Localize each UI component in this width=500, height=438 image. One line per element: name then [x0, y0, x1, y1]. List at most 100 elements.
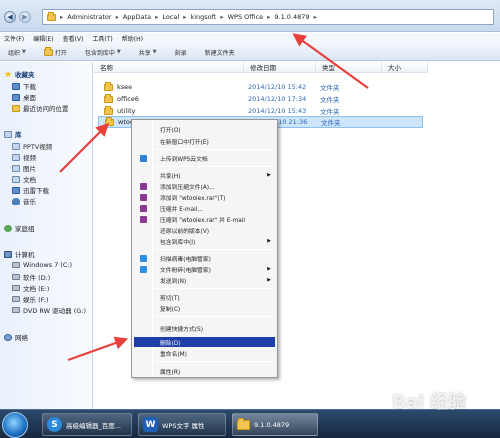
- share-label: 共享: [138, 49, 151, 57]
- menu-item-compress-email[interactable]: 压缩并 E-mail...: [134, 203, 275, 213]
- back-button[interactable]: ◀: [4, 11, 16, 23]
- menu-item-add-rar[interactable]: 添加到 "wtoolex.rar"(T): [134, 192, 275, 202]
- nav-drive-g[interactable]: DVD RW 驱动器 (G:): [12, 305, 86, 315]
- breadcrumb-version[interactable]: 9.1.0.4879: [274, 13, 309, 21]
- address-bar[interactable]: ▸ Administrator ▸ AppData ▸ Local ▸ king…: [42, 9, 494, 25]
- menu-help[interactable]: 帮助(H): [122, 34, 143, 43]
- new-folder-button[interactable]: 新建文件夹: [205, 48, 235, 57]
- taskbar-item-wps[interactable]: W WPS文字 属性: [138, 413, 226, 436]
- video-library-icon: [12, 142, 20, 150]
- nav-item-pptv[interactable]: PPTV视频: [12, 141, 52, 151]
- browser-icon: S: [47, 417, 62, 432]
- nav-item-label: 音乐: [23, 198, 36, 206]
- breadcrumb-kingsoft[interactable]: kingsoft: [190, 13, 216, 21]
- open-button[interactable]: 打开: [43, 46, 67, 57]
- menu-item-restore-previous[interactable]: 还原以前的版本(V): [134, 225, 275, 235]
- menu-file[interactable]: 文件(F): [4, 34, 24, 43]
- recent-places-icon: [12, 104, 20, 112]
- breadcrumb-separator: ▸: [115, 13, 119, 21]
- menu-item-label: 添加到 "wtoolex.rar"(T): [160, 195, 226, 202]
- breadcrumb-local[interactable]: Local: [162, 13, 179, 21]
- menu-item-include-library[interactable]: 包含到库中(I) ▶: [134, 236, 275, 246]
- nav-item-downloads[interactable]: 下载: [12, 81, 36, 91]
- file-date: 2014/12/10 15:42: [248, 83, 307, 91]
- menu-item-scan-virus[interactable]: 扫描病毒(电脑管家): [134, 253, 275, 263]
- menu-separator: [154, 288, 274, 289]
- nav-drive-e[interactable]: 文档 (E:): [12, 283, 49, 293]
- winrar-icon: [140, 182, 147, 190]
- menu-separator: [154, 316, 274, 317]
- column-header-label: 大小: [388, 64, 401, 72]
- column-header-modified[interactable]: 修改日期: [244, 62, 316, 73]
- nav-network-label: 网络: [15, 334, 28, 342]
- file-type: 文件夹: [320, 108, 340, 116]
- menu-item-label: 重命名(M): [160, 351, 187, 358]
- nav-favorites-label: 收藏夹: [15, 71, 35, 79]
- nav-item-pictures[interactable]: 图片: [12, 163, 36, 173]
- breadcrumb-separator: ▸: [313, 13, 317, 21]
- menu-item-label: 剪切(T): [160, 295, 180, 302]
- column-header-name[interactable]: 名称: [94, 62, 244, 73]
- nav-computer[interactable]: 计算机: [4, 249, 35, 259]
- start-button[interactable]: [2, 412, 28, 438]
- menu-item-compress-rar-email[interactable]: 压缩到 "wtoolex.rar" 并 E-mail: [134, 214, 275, 224]
- forward-button[interactable]: ▶: [19, 11, 31, 23]
- menu-item-label: 文件粉碎(电脑管家): [160, 267, 211, 274]
- file-name-cell: office6: [104, 93, 139, 103]
- folder-icon: [105, 116, 114, 126]
- menu-item-add-archive[interactable]: 添加到压缩文件(A)...: [134, 181, 275, 191]
- winrar-icon: [140, 193, 147, 201]
- nav-network[interactable]: 网络: [4, 332, 28, 342]
- nav-libraries[interactable]: 库: [4, 129, 22, 139]
- menu-item-shred-file[interactable]: 文件粉碎(电脑管家) ▶: [134, 264, 275, 274]
- menu-item-rename[interactable]: 重命名(M): [134, 348, 275, 358]
- nav-item-thunder-downloads[interactable]: 迅雷下载: [12, 185, 49, 195]
- menu-item-delete[interactable]: 删除(D): [134, 337, 275, 347]
- menu-item-open-new-window[interactable]: 在新窗口中打开(E): [134, 136, 275, 146]
- taskbar-item-browser[interactable]: S 高级编辑器_百度...: [42, 413, 132, 436]
- breadcrumb-appdata[interactable]: AppData: [123, 13, 151, 21]
- menu-item-label: 上传到WPS云文档: [160, 156, 208, 163]
- nav-item-recent[interactable]: 最近访问的位置: [12, 103, 69, 113]
- nav-drive-f[interactable]: 娱乐 (F:): [12, 294, 49, 304]
- organize-button[interactable]: 组织 ▼: [8, 48, 26, 57]
- breadcrumb-wps-office[interactable]: WPS Office: [228, 13, 264, 21]
- nav-computer-label: 计算机: [15, 251, 35, 259]
- column-header-size[interactable]: 大小: [382, 62, 428, 73]
- file-row-ksee[interactable]: ksee 2014/12/10 15:42 文件夹: [98, 81, 423, 93]
- nav-item-label: 软件 (D:): [23, 274, 51, 282]
- winrar-icon: [140, 204, 147, 212]
- menu-item-copy[interactable]: 复制(C): [134, 303, 275, 313]
- nav-item-music[interactable]: 音乐: [12, 196, 36, 206]
- breadcrumb-separator: ▸: [60, 13, 64, 21]
- menu-item-create-shortcut[interactable]: 创建快捷方式(S): [134, 323, 275, 333]
- menu-item-share[interactable]: 共享(H) ▶: [134, 170, 275, 180]
- burn-button[interactable]: 刻录: [175, 48, 187, 57]
- nav-item-desktop[interactable]: 桌面: [12, 92, 36, 102]
- menu-item-upload-wps[interactable]: 上传到WPS云文档: [134, 153, 275, 163]
- menu-item-send-to[interactable]: 发送到(N) ▶: [134, 275, 275, 285]
- taskbar-item-explorer[interactable]: 9.1.0.4879: [232, 413, 318, 436]
- menu-item-cut[interactable]: 剪切(T): [134, 292, 275, 302]
- nav-homegroup[interactable]: 家庭组: [4, 223, 35, 233]
- menu-item-open[interactable]: 打开(O): [134, 124, 275, 134]
- nav-item-videos[interactable]: 视频: [12, 152, 36, 162]
- include-in-library-button[interactable]: 包含到库中 ▼: [85, 48, 121, 57]
- column-header-type[interactable]: 类型: [316, 62, 382, 73]
- folder-icon: [104, 81, 113, 91]
- nav-favorites[interactable]: 收藏夹: [4, 69, 35, 79]
- nav-drive-c[interactable]: Windows 7 (C:): [12, 261, 72, 269]
- file-name: utility: [117, 107, 136, 115]
- menu-view[interactable]: 查看(V): [63, 34, 84, 43]
- new-folder-label: 新建文件夹: [204, 49, 235, 57]
- share-button[interactable]: 共享 ▼: [139, 48, 157, 57]
- breadcrumb-administrator[interactable]: Administrator: [67, 13, 111, 21]
- nav-item-documents[interactable]: 文档: [12, 174, 36, 184]
- menu-edit[interactable]: 编辑(E): [33, 34, 53, 43]
- nav-homegroup-label: 家庭组: [15, 225, 35, 233]
- menu-tools[interactable]: 工具(T): [92, 34, 112, 43]
- menu-item-properties[interactable]: 属性(R): [134, 366, 275, 376]
- nav-drive-d[interactable]: 软件 (D:): [12, 272, 50, 282]
- file-row-office6[interactable]: office6 2014/12/10 17:34 文件夹: [98, 93, 423, 105]
- document-icon: [12, 175, 20, 183]
